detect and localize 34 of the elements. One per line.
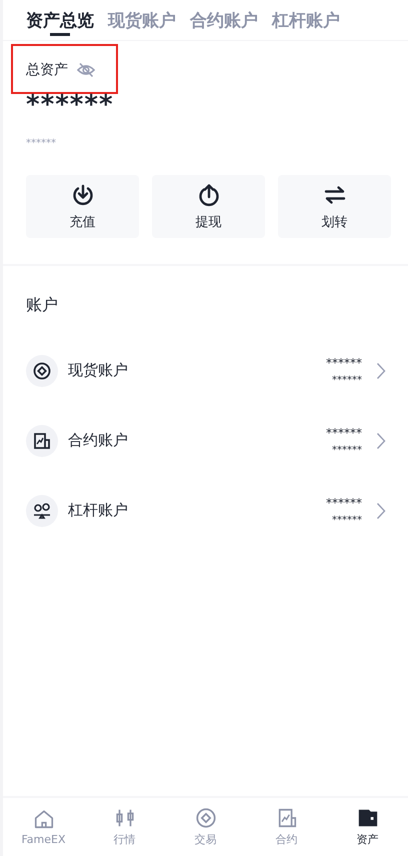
diamond-coin-icon <box>194 807 216 829</box>
action-button[interactable]: 提现 <box>152 175 265 238</box>
chevron-right-icon <box>376 362 386 380</box>
account-name: 现货账户 <box>68 361 129 380</box>
total-assets-label: 总资产 <box>26 61 68 79</box>
tab[interactable]: 资产总览 <box>26 4 94 36</box>
account-name: 杠杆账户 <box>68 501 129 520</box>
account-row[interactable]: 杠杆账户 ****** ****** <box>3 475 408 546</box>
account-sub-value: ****** <box>332 374 362 386</box>
action-button[interactable]: 划转 <box>278 175 391 238</box>
account-row[interactable]: 现货账户 ****** ****** <box>3 335 408 406</box>
account-name: 合约账户 <box>68 431 129 450</box>
chevron-right-icon <box>376 432 386 450</box>
upload-icon <box>196 182 220 206</box>
diamond-coin-icon <box>26 354 58 386</box>
chart-icon <box>26 424 58 456</box>
total-sub-value: ****** <box>25 138 57 149</box>
people-icon <box>26 494 58 526</box>
action-button[interactable]: 充值 <box>26 175 139 238</box>
nav-item[interactable]: 资产 <box>327 798 408 856</box>
chevron-right-icon <box>376 502 386 520</box>
account-sub-value: ****** <box>332 514 362 526</box>
home-icon <box>32 808 54 830</box>
download-icon <box>70 182 94 206</box>
account-sub-value: ****** <box>332 444 362 456</box>
account-value: ****** <box>326 496 362 510</box>
eye-slash-icon[interactable] <box>76 60 96 80</box>
wallet-icon <box>356 807 378 829</box>
account-value: ****** <box>326 426 362 440</box>
account-value: ****** <box>326 356 362 370</box>
section-title: 账户 <box>25 294 59 316</box>
total-value: ****** <box>25 90 115 120</box>
account-row[interactable]: 合约账户 ****** ****** <box>3 405 408 476</box>
candlestick-icon <box>114 807 136 829</box>
